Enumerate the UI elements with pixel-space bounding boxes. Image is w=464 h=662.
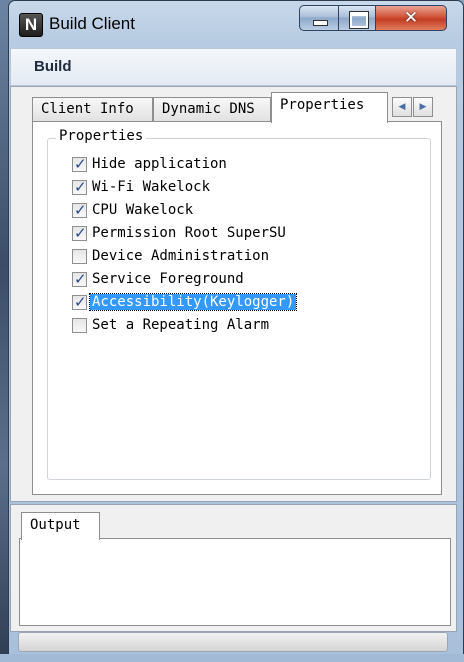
properties-tab-page: Properties ✓ Hide application ✓ Wi-Fi Wa… [32,121,442,495]
window-frame-bottom [0,654,464,662]
chevron-left-icon: ◀ [398,102,406,112]
option-label: Wi-Fi Wakelock [92,179,211,195]
option-label: Device Administration [92,248,270,264]
checkbox[interactable]: ✓ [72,155,87,173]
app-icon: N [19,13,43,37]
checkbox[interactable]: ✓ [72,293,87,311]
option-label: CPU Wakelock [92,202,194,218]
checkmark-icon: ✓ [74,201,87,219]
minimize-icon [313,20,328,26]
properties-groupbox: Properties ✓ Hide application ✓ Wi-Fi Wa… [47,128,431,480]
output-textarea[interactable] [19,538,451,626]
menu-build[interactable]: Build [34,58,72,75]
minimize-button[interactable] [299,5,339,31]
title-bar[interactable]: N Build Client ✕ [9,1,463,43]
tab-label: Dynamic DNS [162,101,255,117]
tab-dynamic-dns[interactable]: Dynamic DNS [153,97,271,122]
option-label: Permission Root SuperSU [92,225,286,241]
close-icon: ✕ [403,8,419,28]
maximize-icon [349,11,369,29]
tab-client-info[interactable]: Client Info [32,97,153,122]
tab-label: Output [30,517,81,533]
tab-output[interactable]: Output [21,512,100,540]
checkmark-icon: ✓ [74,224,87,242]
tab-strip: Client Info Dynamic DNS Properties ◀ ▶ [22,92,442,123]
window-title: Build Client [49,14,135,33]
tab-properties[interactable]: Properties [271,92,388,123]
checkbox[interactable]: ✓ [72,224,87,242]
checkbox[interactable]: ✓ [72,201,87,219]
checkmark-icon: ✓ [74,155,87,173]
checkmark-icon: ✓ [74,178,87,196]
tab-scroll-left-button[interactable]: ◀ [392,97,412,117]
close-button[interactable]: ✕ [375,5,447,31]
maximize-button[interactable] [338,5,376,31]
option-label: Hide application [92,156,227,172]
tab-label: Client Info [41,101,134,117]
groupbox-title: Properties [56,128,147,144]
checkbox[interactable]: ✓ [72,270,87,288]
tab-label: Properties [280,97,365,113]
progress-bar [18,632,448,652]
menu-bar: Build [10,48,457,86]
option-label: Set a Repeating Alarm [92,317,270,333]
chevron-right-icon: ▶ [419,102,427,112]
option-label: Service Foreground [92,271,244,287]
option-label: Accessibility(Keylogger) [88,293,298,311]
checkbox[interactable] [72,318,87,333]
checkmark-icon: ✓ [74,293,87,311]
checkbox[interactable]: ✓ [72,178,87,196]
checkbox[interactable] [72,249,87,264]
checkmark-icon: ✓ [74,270,87,288]
tab-scroll-right-button[interactable]: ▶ [413,97,433,117]
